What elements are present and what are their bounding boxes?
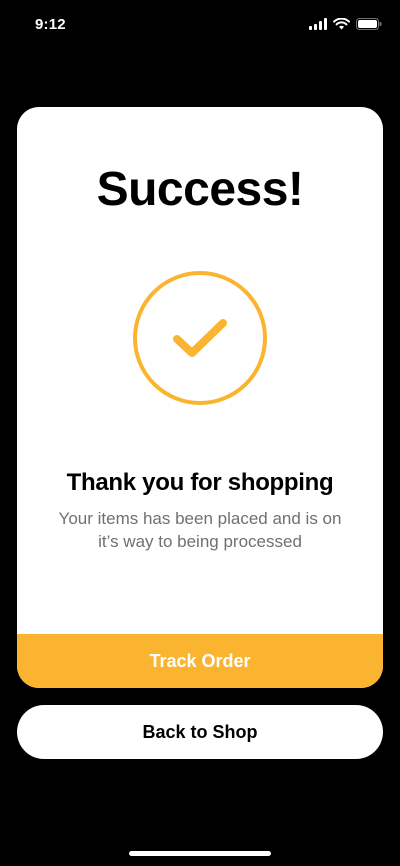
thanks-heading: Thank you for shopping <box>66 469 334 496</box>
status-time: 9:12 <box>35 16 66 33</box>
success-card: Success! Thank you for shopping Your ite… <box>17 107 383 688</box>
signal-icon <box>309 17 327 35</box>
checkmark-circle-icon <box>132 270 268 406</box>
order-message: Your items has been placed and is on it’… <box>58 509 342 551</box>
status-icons <box>309 17 382 35</box>
success-title: Success! <box>96 163 304 216</box>
track-order-button[interactable]: Track Order <box>17 634 383 688</box>
wifi-icon <box>333 17 350 35</box>
status-bar: 9:12 <box>0 0 400 50</box>
battery-icon <box>356 17 382 35</box>
home-indicator[interactable] <box>129 851 271 856</box>
back-to-shop-button[interactable]: Back to Shop <box>17 705 383 759</box>
